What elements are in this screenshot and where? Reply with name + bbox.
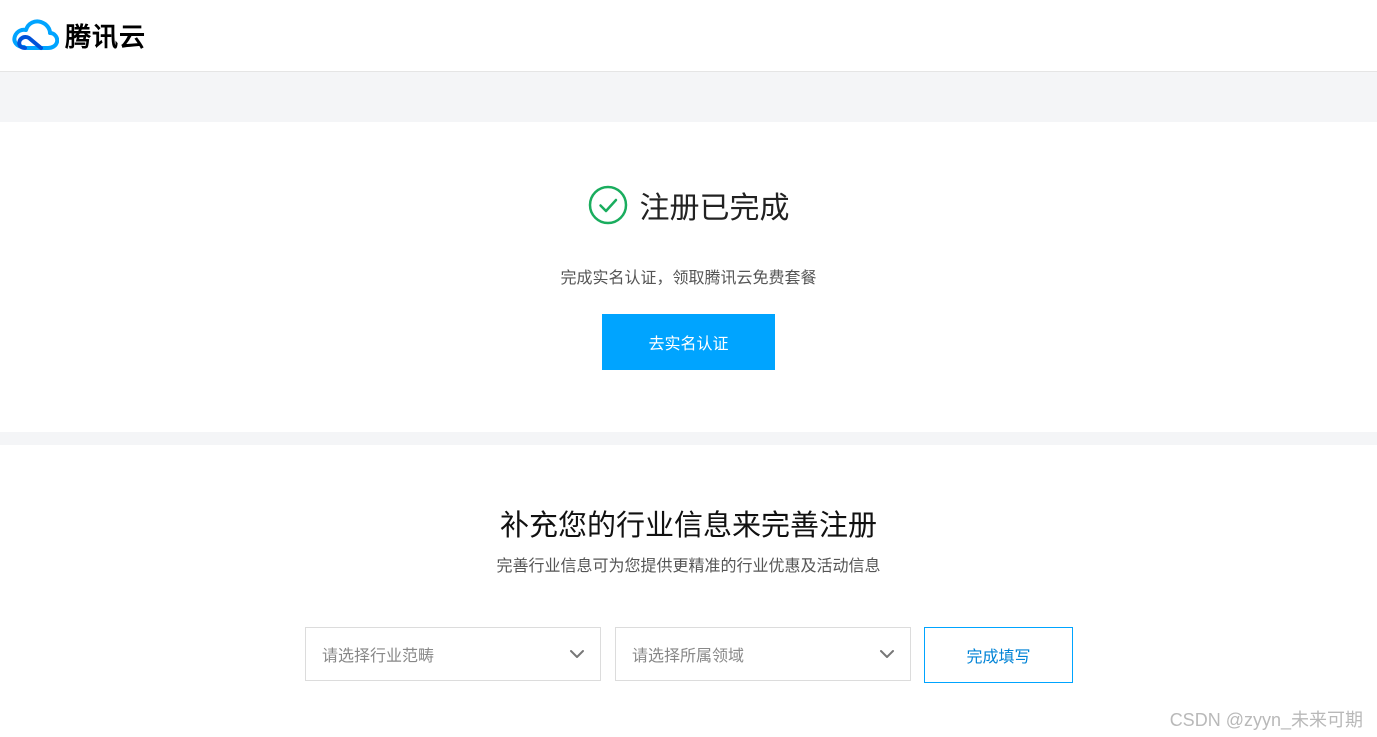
verification-hint: 完成实名认证，领取腾讯云免费套餐 — [560, 268, 817, 287]
check-circle-icon — [588, 185, 627, 225]
top-header: 腾讯云 — [0, 0, 1377, 72]
industry-domain-select[interactable]: 请选择所属领域 — [615, 627, 911, 681]
cloud-logo-icon — [12, 19, 59, 50]
gray-spacer-top — [0, 72, 1377, 122]
brand-name: 腾讯云 — [65, 22, 147, 53]
industry-category-select[interactable]: 请选择行业范畴 — [305, 627, 601, 681]
tencent-cloud-logo[interactable]: 腾讯云 — [11, 16, 146, 54]
industry-category-placeholder: 请选择行业范畴 — [322, 646, 435, 665]
success-title: 注册已完成 — [639, 191, 790, 226]
chevron-down-icon — [570, 650, 584, 658]
finish-filling-button[interactable]: 完成填写 — [924, 627, 1073, 683]
success-heading: 注册已完成 — [0, 185, 1377, 226]
industry-section-subtitle: 完善行业信息可为您提供更精准的行业优惠及活动信息 — [496, 556, 881, 575]
csdn-watermark: CSDN @zyyn_未来可期 — [1169, 710, 1363, 730]
gray-spacer-middle — [0, 432, 1377, 445]
real-name-verification-button[interactable]: 去实名认证 — [602, 314, 775, 370]
chevron-down-icon — [880, 650, 894, 658]
industry-domain-placeholder: 请选择所属领域 — [632, 646, 745, 665]
industry-section-title: 补充您的行业信息来完善注册 — [499, 508, 877, 542]
